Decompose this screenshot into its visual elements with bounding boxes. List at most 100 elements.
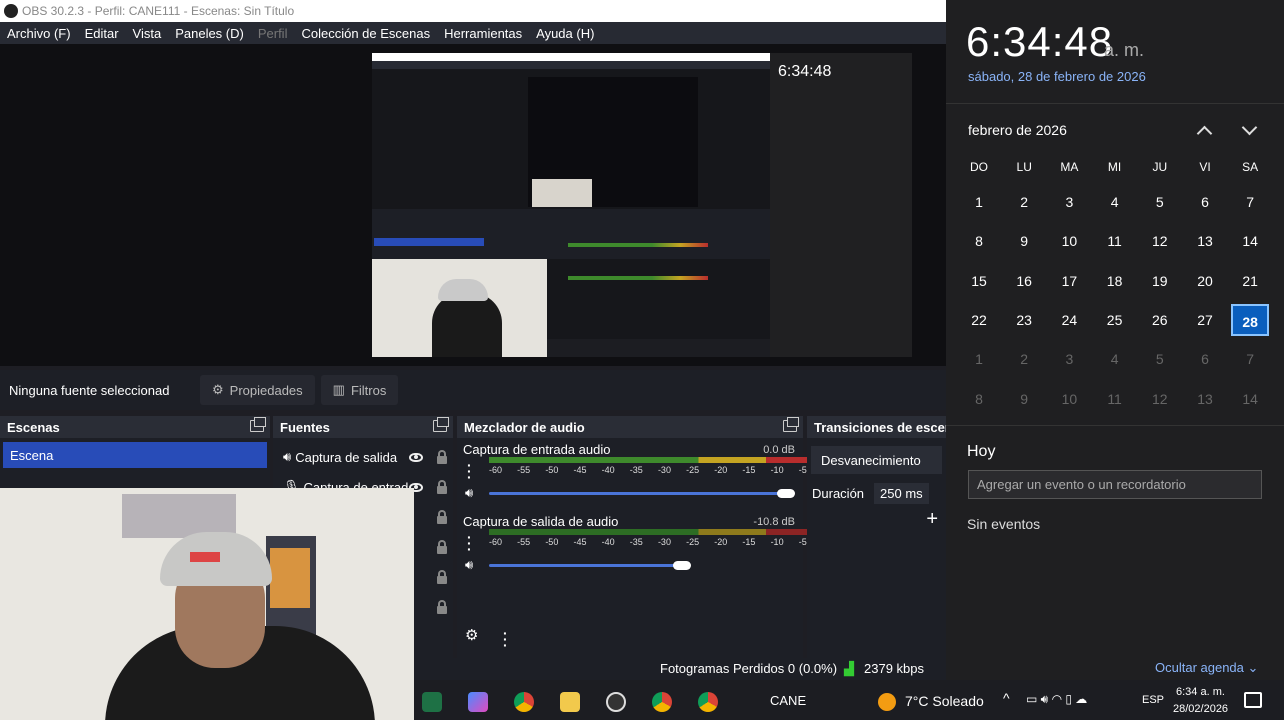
volume-icon[interactable]: 🔊︎ [465,485,473,501]
properties-button[interactable]: ⚙ Propiedades [200,375,315,405]
calendar-day[interactable]: 7 [1231,186,1269,218]
lock-icon[interactable] [437,540,447,554]
lock-icon[interactable] [437,480,447,494]
mixer-settings-icon[interactable]: ⚙ [465,626,478,644]
menu-perfil[interactable]: Perfil [251,26,295,41]
calendar-day[interactable]: 1 [960,186,998,218]
calendar-day[interactable]: 14 [1231,225,1269,257]
meter-ticks: -60-55-50-45-40-35-30-25-20-15-10-50 [489,465,827,475]
calendar-day[interactable]: 25 [1096,304,1134,336]
obs-logo-icon [4,4,18,18]
calendar-day[interactable]: 15 [960,265,998,297]
calendar-day[interactable]: 2 [1005,343,1043,375]
tray-icons[interactable]: ▭ 🔊︎ ◠ ▯ ☁ [1026,692,1087,707]
calendar-day[interactable]: 9 [1005,225,1043,257]
menu-editar[interactable]: Editar [78,26,126,41]
undock-icon[interactable] [433,417,449,432]
volume-knob[interactable] [673,561,691,570]
mixer-menu-icon[interactable]: · · · [503,626,508,652]
lock-icon[interactable] [437,570,447,584]
chrome-icon[interactable] [514,692,534,712]
menu-herramientas[interactable]: Herramientas [437,26,529,41]
calendar-day[interactable]: 5 [1141,186,1179,218]
calendar-day[interactable]: 10 [1050,383,1088,415]
taskbar-time[interactable]: 6:34 a. m. [1176,686,1225,698]
calendar-day[interactable]: 7 [1231,343,1269,375]
calendar-day[interactable]: 3 [1050,186,1088,218]
menu-coleccion[interactable]: Colección de Escenas [294,26,437,41]
calendar-day[interactable]: 11 [1096,383,1134,415]
scene-item[interactable]: Escena [3,442,267,468]
calendar-flyout [946,0,1284,680]
taskbar-user[interactable]: CANE [770,693,806,708]
volume-icon[interactable]: 🔊︎ [465,557,473,573]
volume-slider[interactable] [489,492,789,495]
menu-ayuda[interactable]: Ayuda (H) [529,26,601,41]
calendar-day[interactable]: 26 [1141,304,1179,336]
visibility-eye-icon[interactable] [409,452,423,462]
calendar-day[interactable]: 24 [1050,304,1088,336]
hide-agenda-link[interactable]: Ocultar agenda ⌄ [1155,660,1258,676]
calendar-day[interactable]: 28 [1231,303,1270,336]
notification-icon[interactable] [1244,692,1262,708]
menu-vista[interactable]: Vista [126,26,169,41]
filters-button[interactable]: ▥ Filtros [320,375,399,405]
calendar-day[interactable]: 12 [1141,383,1179,415]
calendar-day[interactable]: 6 [1186,343,1224,375]
calendar-day[interactable]: 21 [1231,265,1269,297]
channel-menu-icon[interactable]: · · · [467,458,472,484]
calendar-day[interactable]: 27 [1186,304,1224,336]
calendar-day[interactable]: 2 [1005,186,1043,218]
calendar-day[interactable]: 8 [960,225,998,257]
calendar-day[interactable]: 14 [1231,383,1269,415]
volume-slider[interactable] [489,564,679,567]
folder-icon[interactable] [560,692,580,712]
tray-chevron-icon[interactable]: ^ [1003,690,1010,706]
calendar-day[interactable]: 11 [1096,225,1134,257]
lock-icon[interactable] [437,510,447,524]
menu-paneles[interactable]: Paneles (D) [168,26,251,41]
calendar-day[interactable]: 1 [960,343,998,375]
add-event-input[interactable]: Agregar un evento o un recordatorio [968,470,1262,499]
calendar-day[interactable]: 4 [1096,343,1134,375]
undock-icon[interactable] [783,417,799,432]
add-transition-icon[interactable]: + [926,508,938,531]
calendar-day[interactable]: 10 [1050,225,1088,257]
calendar-day[interactable]: 18 [1096,265,1134,297]
calendar-day[interactable]: 4 [1096,186,1134,218]
calendar-day[interactable]: 13 [1186,225,1224,257]
calendar-day[interactable]: 6 [1186,186,1224,218]
language-indicator[interactable]: ESP [1142,694,1164,706]
calendar-day[interactable]: 17 [1050,265,1088,297]
copilot-icon[interactable] [468,692,488,712]
month-label[interactable]: febrero de 2026 [968,122,1067,138]
lock-icon[interactable] [437,600,447,614]
calendar-day[interactable]: 13 [1186,383,1224,415]
excel-icon[interactable] [422,692,442,712]
source-item[interactable]: 🔊︎ Captura de salida [273,442,453,472]
obs-taskbar-icon[interactable] [606,692,626,712]
no-events-label: Sin eventos [967,516,1041,532]
calendar-day[interactable]: 16 [1005,265,1043,297]
chrome-icon[interactable] [652,692,672,712]
calendar-day[interactable]: 12 [1141,225,1179,257]
calendar-day[interactable]: 8 [960,383,998,415]
chrome-icon[interactable] [698,692,718,712]
weather-label[interactable]: 7°C Soleado [905,693,984,709]
duration-input[interactable]: 250 ms [874,482,929,504]
long-date-link[interactable]: sábado, 28 de febrero de 2026 [968,69,1146,84]
calendar-day[interactable]: 22 [960,304,998,336]
volume-knob[interactable] [777,489,795,498]
calendar-day[interactable]: 20 [1186,265,1224,297]
lock-icon[interactable] [437,450,447,464]
calendar-day[interactable]: 23 [1005,304,1043,336]
menu-archivo[interactable]: Archivo (F) [0,26,78,41]
calendar-day[interactable]: 9 [1005,383,1043,415]
transition-select[interactable]: Desvanecimiento [811,446,942,474]
calendar-day[interactable]: 5 [1141,343,1179,375]
calendar-day[interactable]: 3 [1050,343,1088,375]
undock-icon[interactable] [250,417,266,432]
calendar-day[interactable]: 19 [1141,265,1179,297]
taskbar-date[interactable]: 28/02/2026 [1173,703,1228,715]
channel-menu-icon[interactable]: · · · [467,530,472,556]
